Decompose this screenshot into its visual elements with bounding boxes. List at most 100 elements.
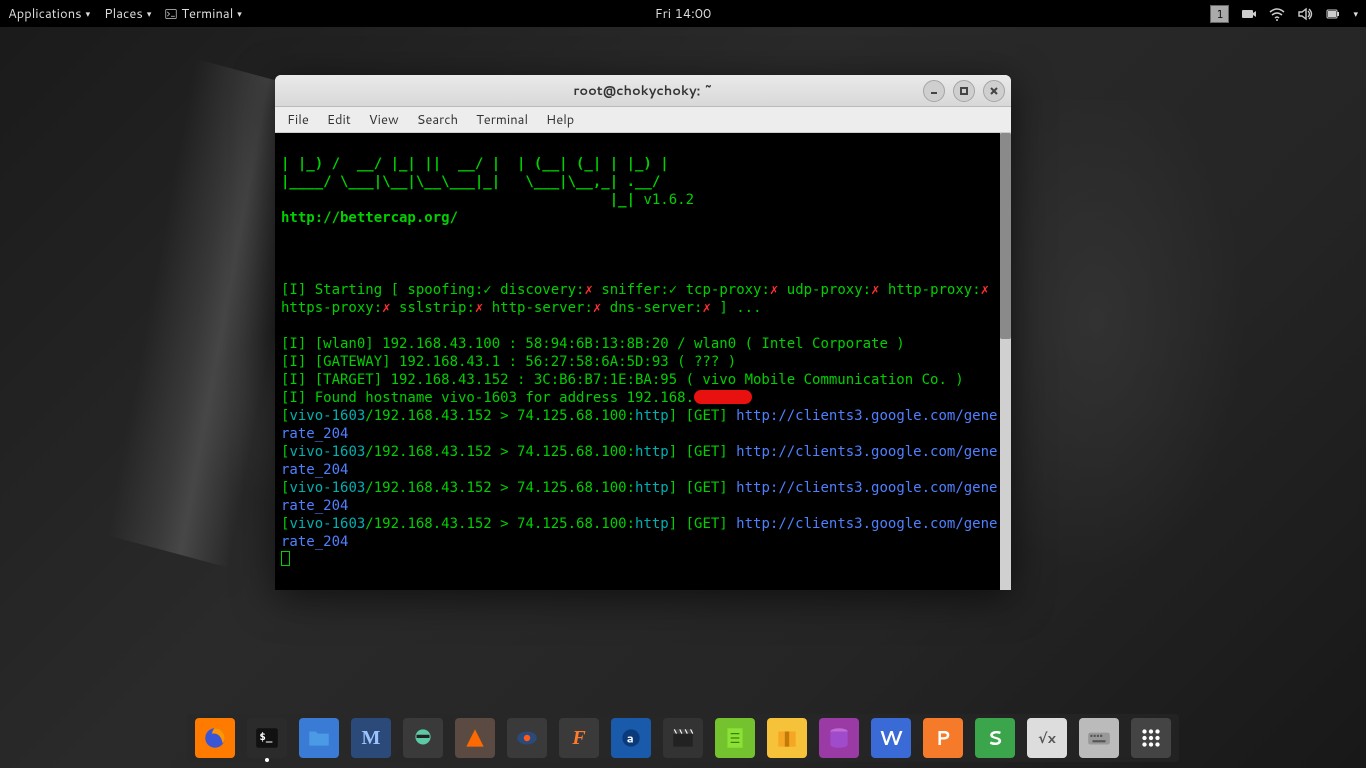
req-proto: http <box>635 480 669 496</box>
dnsserver-label: dns-server: <box>601 300 702 316</box>
places-label: Places <box>104 5 143 23</box>
dock-archive[interactable] <box>767 718 807 758</box>
found-hostname-line: [I] Found hostname vivo-1603 for address… <box>281 390 694 406</box>
ascii-art-line: | |_) / __/ |_| || __/ | | (__| (_| | |_… <box>281 156 669 172</box>
maximize-button[interactable] <box>953 80 975 102</box>
cross-icon: ✗ <box>981 282 989 298</box>
window-titlebar[interactable]: root@chokychoky: ~ <box>275 75 1011 107</box>
wifi-icon[interactable] <box>1269 6 1285 22</box>
spreadsheet-icon: S <box>988 724 1003 752</box>
target-line: [I] [TARGET] 192.168.43.152 : 3C:B6:B7:1… <box>281 372 964 388</box>
faraday-icon: F <box>572 727 585 750</box>
dock-math[interactable]: √x <box>1027 718 1067 758</box>
maximize-icon <box>959 86 969 96</box>
system-menu-caret-icon[interactable]: ▾ <box>1353 7 1358 20</box>
req-close-get: ] [GET] <box>669 480 736 496</box>
terminal-icon: $_ <box>254 725 280 751</box>
menu-help[interactable]: Help <box>546 111 574 129</box>
keyboard-icon <box>1086 725 1112 751</box>
burp-icon <box>462 725 488 751</box>
dock-burp[interactable] <box>455 718 495 758</box>
volume-icon[interactable] <box>1297 6 1313 22</box>
apps-grid-icon <box>1138 725 1164 751</box>
battery-icon[interactable] <box>1325 6 1341 22</box>
dock-keyboard[interactable] <box>1079 718 1119 758</box>
check-icon: ✓ <box>483 282 491 298</box>
req-proto: http <box>635 408 669 424</box>
math-icon: √x <box>1038 728 1056 748</box>
cross-icon: ✗ <box>584 282 592 298</box>
menu-terminal[interactable]: Terminal <box>476 111 528 129</box>
dock-wps-spreadsheets[interactable]: S <box>975 718 1015 758</box>
req-proto: http <box>635 444 669 460</box>
minimize-button[interactable] <box>923 80 945 102</box>
req-host: vivo-1603 <box>289 444 365 460</box>
presentation-icon: P <box>936 724 951 752</box>
ascii-art-line: |_| <box>281 192 643 208</box>
menu-edit[interactable]: Edit <box>327 111 351 129</box>
menu-file[interactable]: File <box>287 111 309 129</box>
req-mid: /192.168.43.152 > 74.125.68.100: <box>365 516 635 532</box>
httpproxy-label: http-proxy: <box>880 282 981 298</box>
req-close-get: ] [GET] <box>669 408 736 424</box>
caret-down-icon: ▾ <box>237 7 242 20</box>
dock-faraday[interactable]: F <box>559 718 599 758</box>
face-icon <box>410 725 436 751</box>
dock-files[interactable] <box>299 718 339 758</box>
clock-text: Fri 14:00 <box>655 5 712 23</box>
dock-wps-writer[interactable]: W <box>871 718 911 758</box>
check-icon: ✓ <box>669 282 677 298</box>
terminal-window: root@chokychoky: ~ File Edit View Search… <box>275 75 1011 590</box>
clapper-icon <box>670 725 696 751</box>
close-button[interactable] <box>983 80 1005 102</box>
discovery-label: discovery: <box>492 282 585 298</box>
req-host: vivo-1603 <box>289 480 365 496</box>
caret-down-icon: ▾ <box>86 7 91 20</box>
wlan-line: [I] [wlan0] 192.168.43.100 : 58:94:6B:13… <box>281 336 905 352</box>
menu-search[interactable]: Search <box>417 111 458 129</box>
dock-db[interactable] <box>819 718 859 758</box>
dock-metasploit[interactable]: M <box>351 718 391 758</box>
udpproxy-label: udp-proxy: <box>778 282 871 298</box>
window-title: root@chokychoky: ~ <box>573 82 712 100</box>
terminal-app-menu[interactable]: Terminal ▾ <box>165 5 241 23</box>
dock-firefox[interactable] <box>195 718 235 758</box>
cross-icon: ✗ <box>703 300 711 316</box>
start-tail: ] ... <box>711 300 762 316</box>
dock-zenmap[interactable] <box>507 718 547 758</box>
dock-video[interactable] <box>663 718 703 758</box>
dock-terminal[interactable]: $_ <box>247 718 287 758</box>
minimize-icon <box>929 86 939 96</box>
req-proto: http <box>635 516 669 532</box>
places-menu[interactable]: Places ▾ <box>104 5 151 23</box>
caret-down-icon: ▾ <box>147 7 152 20</box>
cross-icon: ✗ <box>871 282 879 298</box>
dock-wps-presentation[interactable]: P <box>923 718 963 758</box>
terminal-output[interactable]: | |_) / __/ |_| || __/ | | (__| (_| | |_… <box>275 133 1011 590</box>
dock-notes[interactable] <box>715 718 755 758</box>
starting-line-prefix: [I] Starting [ spoofing: <box>281 282 483 298</box>
armitage-icon: a <box>618 725 644 751</box>
dock-armitage[interactable]: a <box>611 718 651 758</box>
dock-maltego[interactable] <box>403 718 443 758</box>
req-close-get: ] [GET] <box>669 516 736 532</box>
scrollbar-thumb[interactable] <box>1000 133 1011 339</box>
clock[interactable]: Fri 14:00 <box>655 5 712 23</box>
folder-icon <box>306 725 332 751</box>
version-text: v1.6.2 <box>643 192 694 208</box>
applications-menu[interactable]: Applications ▾ <box>8 5 90 23</box>
terminal-menubar: File Edit View Search Terminal Help <box>275 107 1011 133</box>
dock-show-apps[interactable] <box>1131 718 1171 758</box>
req-mid: /192.168.43.152 > 74.125.68.100: <box>365 480 635 496</box>
menu-view[interactable]: View <box>369 111 399 129</box>
writer-icon: W <box>879 724 903 752</box>
redacted-ip <box>694 390 752 404</box>
gnome-topbar: Applications ▾ Places ▾ Terminal ▾ Fri 1… <box>0 0 1366 27</box>
metasploit-icon: M <box>362 727 381 750</box>
svg-text:$_: $_ <box>259 730 273 743</box>
camera-icon[interactable] <box>1241 6 1257 22</box>
bettercap-url: http://bettercap.org/ <box>281 210 458 226</box>
workspace-indicator[interactable]: 1 <box>1210 5 1229 23</box>
terminal-scrollbar[interactable] <box>1000 133 1011 590</box>
database-icon <box>826 725 852 751</box>
